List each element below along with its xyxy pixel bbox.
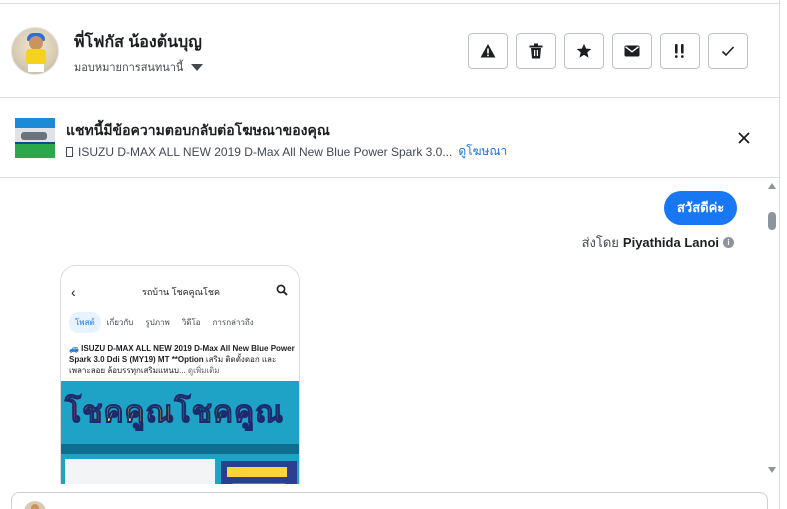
scroll-up-icon[interactable] bbox=[768, 183, 776, 189]
ad-thumbnail[interactable] bbox=[15, 118, 55, 158]
shared-post-image: โชคคูณโชคคูณ bbox=[61, 381, 299, 484]
mark-unread-button[interactable] bbox=[612, 33, 652, 69]
top-border bbox=[0, 0, 779, 4]
composer-avatar bbox=[24, 501, 46, 509]
outgoing-message[interactable]: สวัสดีค่ะ bbox=[664, 191, 738, 225]
ad-reply-banner: แชทนี้มีข้อความตอบกลับต่อโฆษณาของคุณ ISU… bbox=[0, 98, 779, 178]
star-button[interactable] bbox=[564, 33, 604, 69]
delete-button[interactable] bbox=[516, 33, 556, 69]
trash-icon bbox=[529, 43, 543, 59]
report-button[interactable] bbox=[468, 33, 508, 69]
shared-page-name: รถบ้าน โชคคูณโชค bbox=[142, 287, 220, 297]
message-composer[interactable] bbox=[11, 492, 768, 509]
contact-avatar[interactable] bbox=[11, 27, 59, 75]
shared-post-topbar: ‹ รถบ้าน โชคคูณโชค bbox=[61, 266, 299, 314]
see-more-link: ดูเพิ่มเติม bbox=[187, 366, 220, 375]
ad-reply-subtitle: ISUZU D-MAX ALL NEW 2019 D-Max All New B… bbox=[66, 142, 507, 161]
tab-about: เกี่ยวกับ bbox=[106, 318, 134, 327]
conversation-actions bbox=[468, 33, 748, 69]
shared-post-text: 🚙 ISUZU D-MAX ALL NEW 2019 D-Max All New… bbox=[69, 343, 297, 376]
ad-text: ISUZU D-MAX ALL NEW 2019 D-Max All New B… bbox=[78, 144, 453, 159]
double-exclamation-icon bbox=[675, 44, 684, 58]
info-icon[interactable]: i bbox=[723, 237, 734, 248]
contact-name[interactable]: พี่โฟกัส น้องต้นบุญ bbox=[74, 30, 202, 55]
close-icon bbox=[738, 132, 750, 144]
tab-mentions: การกล่าวถึง bbox=[212, 318, 254, 327]
close-banner-button[interactable] bbox=[735, 129, 753, 147]
envelope-icon bbox=[624, 45, 640, 57]
panel-divider bbox=[779, 0, 780, 509]
tab-photos: รูปภาพ bbox=[145, 318, 170, 327]
ad-text-icon bbox=[66, 146, 73, 157]
report-icon bbox=[480, 44, 496, 58]
assign-label: มอบหมายการสนทนานี้ bbox=[74, 62, 184, 74]
shared-post-card[interactable]: ‹ รถบ้าน โชคคูณโชค โพสต์ เกี่ยวกับ รูปภา… bbox=[60, 265, 300, 484]
sent-by-prefix: ส่งโดย bbox=[581, 235, 619, 250]
sender-name: Piyathida Lanoi bbox=[622, 235, 719, 250]
tab-posts: โพสต์ bbox=[69, 312, 101, 333]
view-ad-link[interactable]: ดูโฆษณา bbox=[458, 142, 507, 161]
star-icon bbox=[576, 43, 592, 58]
ad-reply-title: แชทนี้มีข้อความตอบกลับต่อโฆษณาของคุณ bbox=[66, 122, 330, 138]
conversation-header: พี่โฟกัส น้องต้นบุญ มอบหมายการสนทนานี้ bbox=[0, 5, 779, 98]
shared-post-tabs: โพสต์ เกี่ยวกับ รูปภาพ วิดีโอ การกล่าวถึ… bbox=[69, 312, 260, 333]
tab-videos: วิดีโอ bbox=[181, 318, 201, 327]
follow-up-button[interactable] bbox=[660, 33, 700, 69]
message-thread[interactable]: สวัสดีค่ะ ส่งโดย Piyathida Lanoi i ‹ รถบ… bbox=[0, 178, 779, 484]
chevron-down-icon bbox=[191, 63, 204, 71]
scrollbar-thumb[interactable] bbox=[768, 212, 776, 230]
mark-done-button[interactable] bbox=[708, 33, 748, 69]
assign-conversation-dropdown[interactable]: มอบหมายการสนทนานี้ bbox=[74, 58, 204, 76]
image-banner-text: โชคคูณโชคคูณ bbox=[64, 396, 284, 430]
checkmark-icon bbox=[721, 46, 735, 57]
scroll-down-icon[interactable] bbox=[768, 467, 776, 473]
search-icon bbox=[276, 284, 288, 296]
sent-by-label: ส่งโดย Piyathida Lanoi i bbox=[582, 232, 734, 253]
